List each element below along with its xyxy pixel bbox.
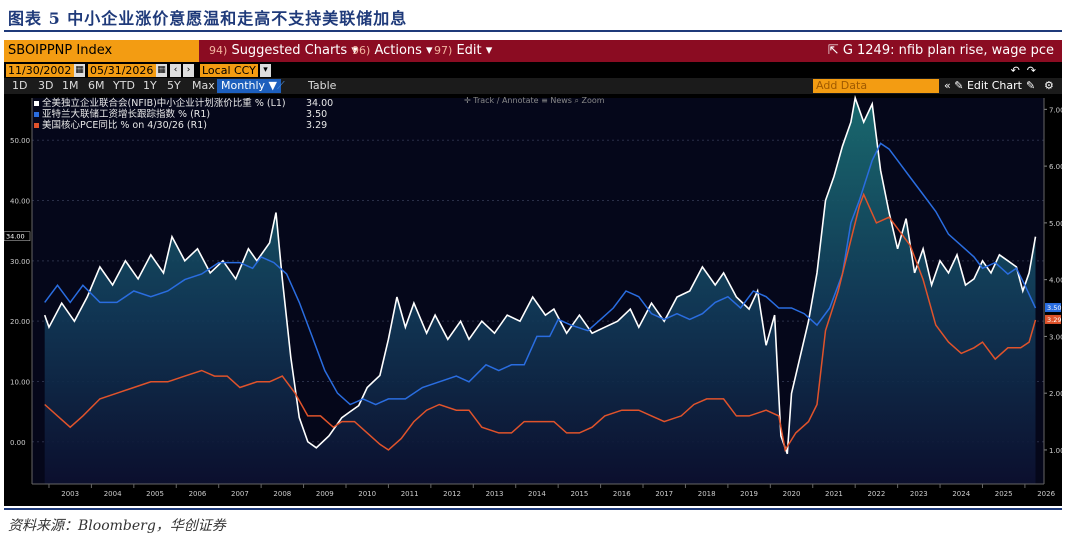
x-tick-label: 2012 xyxy=(443,490,461,498)
period-1m[interactable]: 1M xyxy=(62,79,79,93)
legend-item: 全美独立企业联合会(NFIB)中小企业计划涨价比重 % (L1) 34.00 xyxy=(34,98,333,109)
chart-id: ⇱ G 1249: nfib plan rise, wage pce xyxy=(827,43,1054,58)
period-max[interactable]: Max xyxy=(192,79,215,93)
x-tick-label: 2025 xyxy=(995,490,1013,498)
pencil-icon[interactable]: ✎ xyxy=(1026,79,1035,93)
chart-tools[interactable]: ✛ Track ∕ Annotate ≡ News ⌕ Zoom xyxy=(464,96,605,106)
edit-menu[interactable]: 97) Edit ▾ xyxy=(434,40,492,62)
y-right-tick-label: 5.00 xyxy=(1049,220,1062,228)
x-tick-label: 2011 xyxy=(401,490,419,498)
top-toolbar: SBOIPPNP Index 94) Suggested Charts ▾ 96… xyxy=(4,40,1062,62)
x-tick-label: 2006 xyxy=(189,490,207,498)
legend-item: 美国核心PCE同比 % on 4/30/26 (R1) 3.29 xyxy=(34,120,327,131)
x-tick-label: 2026 xyxy=(1037,490,1055,498)
y-left-tick-label: 30.00 xyxy=(10,258,30,266)
undo-icon[interactable]: ↶ ↷ xyxy=(1011,64,1036,77)
title-rule xyxy=(4,30,1062,32)
add-data-input[interactable]: Add Data xyxy=(813,79,939,93)
x-tick-label: 2022 xyxy=(867,490,885,498)
y-right-tick-label: 6.00 xyxy=(1049,163,1062,171)
last-value-label: 3.29 xyxy=(1047,316,1061,324)
y-right-tick-label: 1.00 xyxy=(1049,447,1062,455)
legend: 全美独立企业联合会(NFIB)中小企业计划涨价比重 % (L1) 34.00 亚特… xyxy=(34,98,333,131)
period-6m[interactable]: 6M xyxy=(88,79,105,93)
x-tick-label: 2024 xyxy=(952,490,970,498)
bloomberg-chart-window: SBOIPPNP Index 94) Suggested Charts ▾ 96… xyxy=(4,40,1062,506)
line-chart-icon[interactable]: ⟋ xyxy=(277,79,285,93)
x-tick-label: 2003 xyxy=(61,490,79,498)
y-left-tick-label: 20.00 xyxy=(10,318,30,326)
figure-title: 图表 5 中小企业涨价意愿温和走高不支持美联储加息 xyxy=(8,9,408,28)
y-right-tick-label: 2.00 xyxy=(1049,390,1062,398)
legend-swatch xyxy=(34,101,39,106)
next-arrow-icon[interactable]: › xyxy=(183,64,194,77)
frequency-select[interactable]: Monthly ▼ xyxy=(217,79,281,93)
suggested-charts-menu[interactable]: 94) Suggested Charts ▾ xyxy=(209,40,358,62)
y-left-tick-label: 10.00 xyxy=(10,378,30,386)
calendar-icon[interactable]: ▦ xyxy=(74,64,85,77)
y-right-tick-label: 4.00 xyxy=(1049,277,1062,285)
last-value-label: 3.50 xyxy=(1047,304,1061,312)
calendar-icon[interactable]: ▦ xyxy=(156,64,167,77)
currency-select[interactable]: Local CCY xyxy=(200,64,258,77)
actions-menu[interactable]: 96) Actions ▾ xyxy=(352,40,433,62)
period-3d[interactable]: 3D xyxy=(38,79,53,93)
x-tick-label: 2005 xyxy=(146,490,164,498)
x-tick-label: 2023 xyxy=(910,490,928,498)
ticker-field[interactable]: SBOIPPNP Index xyxy=(4,40,199,62)
end-date-input[interactable]: 05/31/2026 xyxy=(88,64,156,77)
x-tick-label: 2008 xyxy=(273,490,291,498)
table-button[interactable]: Table xyxy=(308,79,336,93)
legend-item: 亚特兰大联储工资增长跟踪指数 % (R1) 3.50 xyxy=(34,109,327,120)
x-tick-label: 2013 xyxy=(486,490,504,498)
period-1y[interactable]: 1Y xyxy=(143,79,157,93)
y-right-tick-label: 7.00 xyxy=(1049,106,1062,114)
period-1d[interactable]: 1D xyxy=(12,79,27,93)
x-tick-label: 2009 xyxy=(316,490,334,498)
x-tick-label: 2015 xyxy=(570,490,588,498)
prev-arrow-icon[interactable]: ‹ xyxy=(170,64,181,77)
y-left-tick-label: 50.00 xyxy=(10,137,30,145)
x-tick-label: 2021 xyxy=(825,490,843,498)
chevron-down-icon[interactable]: ▾ xyxy=(260,64,271,77)
x-tick-label: 2018 xyxy=(698,490,716,498)
gear-icon[interactable]: ⚙ xyxy=(1044,79,1054,93)
x-tick-label: 2017 xyxy=(655,490,673,498)
chart-plot[interactable]: 0.00 10.00 20.00 30.00 40.00 50.00 1.00 2.00 3.0… xyxy=(4,94,1062,506)
x-tick-label: 2019 xyxy=(740,490,758,498)
legend-swatch xyxy=(34,112,39,117)
period-bar: 1D 3D 1M 6M YTD 1Y 5Y Max Monthly ▼ ⟋ Ta… xyxy=(4,78,1062,94)
y-left-tick-label: 0.00 xyxy=(10,439,26,447)
x-tick-label: 2016 xyxy=(613,490,631,498)
source-note: 资料来源：Bloomberg，华创证券 xyxy=(8,518,226,534)
start-date-input[interactable]: 11/30/2002 xyxy=(6,64,74,77)
y-left-tick-label: 40.00 xyxy=(10,198,30,206)
x-tick-label: 2020 xyxy=(783,490,801,498)
date-range-bar: 11/30/2002 ▦ 05/31/2026 ▦ ‹ › Local CCY … xyxy=(4,63,1062,78)
period-ytd[interactable]: YTD xyxy=(113,79,135,93)
y-right-tick-label: 3.00 xyxy=(1049,333,1062,341)
period-5y[interactable]: 5Y xyxy=(167,79,181,93)
legend-swatch xyxy=(34,123,39,128)
last-value-label: 34.00 xyxy=(6,233,25,241)
x-tick-label: 2014 xyxy=(528,490,546,498)
x-tick-label: 2004 xyxy=(104,490,122,498)
x-tick-label: 2010 xyxy=(358,490,376,498)
source-rule xyxy=(4,508,1062,510)
export-icon[interactable]: ⇱ xyxy=(828,43,839,58)
x-tick-label: 2007 xyxy=(231,490,249,498)
edit-chart-button[interactable]: « ✎ Edit Chart xyxy=(944,79,1022,93)
